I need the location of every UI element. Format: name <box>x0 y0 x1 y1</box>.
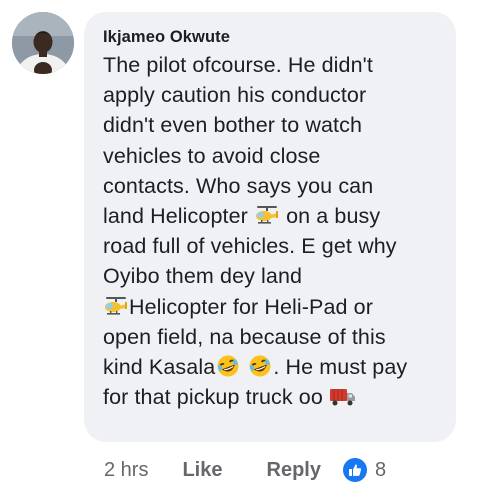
comment-text-segment: contacts. Who says you can <box>103 173 374 198</box>
comment-line: kind Kasala . He must pay <box>103 352 448 382</box>
comment-line: contacts. Who says you can <box>103 171 448 201</box>
thumbs-up-icon <box>342 458 367 482</box>
avatar-image <box>12 12 74 74</box>
comment-line: open field, na because of this <box>103 322 448 352</box>
comment-actions: 2 hrs Like Reply 8 <box>104 456 386 484</box>
comment-text-segment: Oyibo them dey land <box>103 264 303 289</box>
reaction-count: 8 <box>374 458 387 481</box>
comment-line: Helicopter for Heli-Pad or <box>103 292 448 322</box>
comment-text-segment: for that pickup truck oo <box>103 385 329 410</box>
comment-text: The pilot ofcourse. He didn't apply cauti… <box>103 50 448 412</box>
comment-text-segment: road full of vehicles. E get why <box>103 234 397 259</box>
comment-line: didn't even bother to watch <box>103 110 448 140</box>
rofl-emoji <box>247 354 273 378</box>
comment-text-segment: Helicopter for Heli-Pad or <box>129 294 373 319</box>
reply-button[interactable]: Reply <box>267 459 321 482</box>
comment-text-segment: kind Kasala <box>103 354 216 379</box>
comment-line: apply caution his conductor <box>103 80 448 110</box>
comment-line: for that pickup truck oo <box>103 382 448 412</box>
comment-text-segment: vehicles to avoid close <box>103 143 321 168</box>
comment-text-segment: apply caution his conductor <box>103 83 367 108</box>
comment-text-segment: on a busy <box>280 203 381 228</box>
comment-line: The pilot ofcourse. He didn't <box>103 50 448 80</box>
comment-text-segment: The pilot ofcourse. He didn't <box>103 53 373 77</box>
rofl-emoji <box>215 354 241 378</box>
helicopter-emoji <box>103 294 129 318</box>
comment-timestamp[interactable]: 2 hrs <box>104 459 148 482</box>
reaction-summary[interactable]: 8 <box>342 458 387 482</box>
comment-bubble: Ikjameo Okwute The pilot ofcourse. He di… <box>84 12 456 442</box>
comment-line: road full of vehicles. E get why <box>103 231 448 261</box>
like-button[interactable]: Like <box>182 459 222 482</box>
comment-text-segment: didn't even bother to watch <box>103 113 362 138</box>
truck-emoji <box>329 384 355 408</box>
comment-text-segment: open field, na because of this <box>103 324 386 349</box>
comment-author[interactable]: Ikjameo Okwute <box>103 28 230 47</box>
comment-line: Oyibo them dey land <box>103 261 448 291</box>
helicopter-emoji <box>254 203 280 227</box>
comment-line: vehicles to avoid close <box>103 141 448 171</box>
comment-text-segment: land Helicopter <box>103 203 254 228</box>
avatar[interactable] <box>12 12 74 74</box>
comment-text-segment: . He must pay <box>273 354 408 379</box>
comment-line: land Helicopter on a busy <box>103 201 448 231</box>
